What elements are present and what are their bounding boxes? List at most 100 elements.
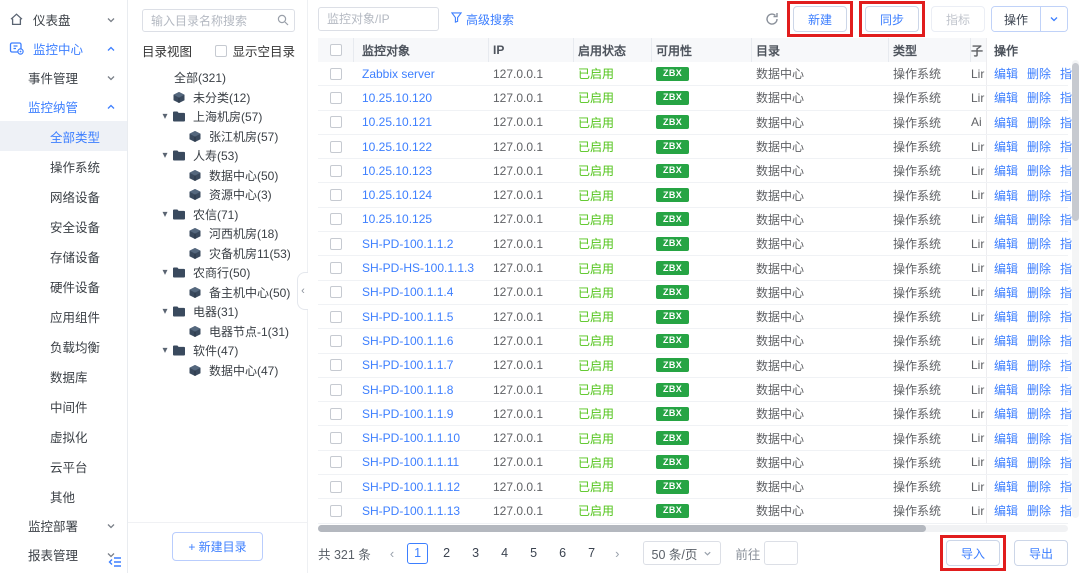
directory-search-input[interactable] <box>142 9 295 32</box>
monitor-object-link[interactable]: 10.25.10.121 <box>362 115 432 129</box>
edit-link[interactable]: 编辑 <box>994 187 1018 204</box>
tree-node[interactable]: ▾ 软件(47) <box>128 341 307 361</box>
sidebar-item[interactable]: 监控中心 <box>0 34 127 63</box>
edit-link[interactable]: 编辑 <box>994 284 1018 301</box>
row-checkbox[interactable] <box>330 359 342 372</box>
tree-node[interactable]: 备主机中心(50) <box>128 283 307 303</box>
page-button[interactable]: 1 <box>407 542 429 564</box>
import-button[interactable]: 导入 <box>945 540 1000 567</box>
row-checkbox[interactable] <box>330 164 342 177</box>
delete-link[interactable]: 删除 <box>1027 162 1051 179</box>
row-checkbox[interactable] <box>330 189 342 202</box>
sidebar-item[interactable]: 存储设备 <box>0 241 127 271</box>
sidebar-item[interactable]: 其他 <box>0 481 127 511</box>
new-button[interactable]: 新建 <box>792 6 847 32</box>
tree-node[interactable]: 张江机房(57) <box>128 127 307 147</box>
monitor-object-link[interactable]: SH-PD-100.1.1.9 <box>362 407 453 421</box>
delete-link[interactable]: 删除 <box>1027 381 1051 398</box>
sync-button[interactable]: 同步 <box>864 6 919 32</box>
tree-node[interactable]: 未分类(12) <box>128 88 307 108</box>
edit-link[interactable]: 编辑 <box>994 502 1018 519</box>
sidebar-item[interactable]: 云平台 <box>0 451 127 481</box>
sidebar-item[interactable]: 数据库 <box>0 361 127 391</box>
tree-node[interactable]: 灾备机房11(53) <box>128 244 307 264</box>
row-checkbox[interactable] <box>330 67 342 80</box>
edit-link[interactable]: 编辑 <box>994 430 1018 447</box>
caret-down-icon[interactable]: ▾ <box>158 306 172 317</box>
row-checkbox[interactable] <box>330 213 342 226</box>
edit-link[interactable]: 编辑 <box>994 260 1018 277</box>
edit-link[interactable]: 编辑 <box>994 357 1018 374</box>
delete-link[interactable]: 删除 <box>1027 114 1051 131</box>
delete-link[interactable]: 删除 <box>1027 260 1051 277</box>
monitor-object-link[interactable]: SH-PD-100.1.1.2 <box>362 237 453 251</box>
tree-node[interactable]: ▾ 人寿(53) <box>128 146 307 166</box>
sidebar-item[interactable]: 中间件 <box>0 391 127 421</box>
monitor-object-link[interactable]: 10.25.10.120 <box>362 91 432 105</box>
prev-page-icon[interactable]: ‹ <box>385 546 399 561</box>
row-checkbox[interactable] <box>330 432 342 445</box>
edit-link[interactable]: 编辑 <box>994 454 1018 471</box>
edit-link[interactable]: 编辑 <box>994 114 1018 131</box>
row-checkbox[interactable] <box>330 310 342 323</box>
row-checkbox[interactable] <box>330 116 342 129</box>
tree-node[interactable]: 资源中心(3) <box>128 185 307 205</box>
monitor-object-link[interactable]: 10.25.10.124 <box>362 188 432 202</box>
chevron-down-icon[interactable] <box>1040 7 1067 31</box>
delete-link[interactable]: 删除 <box>1027 235 1051 252</box>
monitor-search-input[interactable] <box>318 7 439 31</box>
page-size-select[interactable]: 50 条/页 <box>642 541 722 566</box>
metric-button[interactable]: 指标 <box>930 6 985 32</box>
tree-node[interactable]: 全部(321) <box>128 68 307 88</box>
tree-node[interactable]: 数据中心(50) <box>128 166 307 186</box>
tree-node[interactable]: ▾ 农商行(50) <box>128 263 307 283</box>
delete-link[interactable]: 删除 <box>1027 405 1051 422</box>
delete-link[interactable]: 删除 <box>1027 454 1051 471</box>
page-button[interactable]: 6 <box>552 543 573 564</box>
vertical-scrollbar-thumb[interactable] <box>1072 63 1079 221</box>
delete-link[interactable]: 删除 <box>1027 211 1051 228</box>
monitor-object-link[interactable]: 10.25.10.125 <box>362 212 432 226</box>
delete-link[interactable]: 删除 <box>1027 187 1051 204</box>
collapse-tree-handle[interactable]: ‹ <box>297 272 308 310</box>
collapse-menu-icon[interactable] <box>108 555 122 569</box>
sidebar-item[interactable]: 安全设备 <box>0 211 127 241</box>
row-checkbox[interactable] <box>330 262 342 275</box>
tree-node[interactable]: ▾ 电器(31) <box>128 302 307 322</box>
row-checkbox[interactable] <box>330 140 342 153</box>
select-all-checkbox[interactable] <box>329 44 342 56</box>
page-button[interactable]: 4 <box>494 543 515 564</box>
page-button[interactable]: 7 <box>581 543 602 564</box>
monitor-object-link[interactable]: SH-PD-100.1.1.7 <box>362 358 453 372</box>
horizontal-scrollbar-thumb[interactable] <box>318 524 926 532</box>
edit-link[interactable]: 编辑 <box>994 381 1018 398</box>
edit-link[interactable]: 编辑 <box>994 235 1018 252</box>
delete-link[interactable]: 删除 <box>1027 284 1051 301</box>
sidebar-item[interactable]: 虚拟化 <box>0 421 127 451</box>
tree-node[interactable]: 数据中心(47) <box>128 361 307 381</box>
row-checkbox[interactable] <box>330 334 342 347</box>
action-button[interactable]: 操作 <box>991 7 1040 31</box>
caret-down-icon[interactable]: ▾ <box>158 111 172 122</box>
sidebar-item[interactable]: 操作系统 <box>0 151 127 181</box>
edit-link[interactable]: 编辑 <box>994 138 1018 155</box>
delete-link[interactable]: 删除 <box>1027 308 1051 325</box>
monitor-object-link[interactable]: SH-PD-100.1.1.13 <box>362 504 460 518</box>
row-checkbox[interactable] <box>330 286 342 299</box>
caret-down-icon[interactable]: ▾ <box>158 345 172 356</box>
monitor-object-link[interactable]: 10.25.10.123 <box>362 164 432 178</box>
sidebar-item[interactable]: 硬件设备 <box>0 271 127 301</box>
monitor-object-link[interactable]: SH-PD-100.1.1.6 <box>362 334 453 348</box>
monitor-object-link[interactable]: SH-PD-100.1.1.11 <box>362 455 459 469</box>
delete-link[interactable]: 删除 <box>1027 357 1051 374</box>
refresh-icon[interactable] <box>765 12 779 26</box>
sidebar-item[interactable]: 全部类型 <box>0 121 127 151</box>
delete-link[interactable]: 删除 <box>1027 89 1051 106</box>
monitor-object-link[interactable]: Zabbix server <box>362 67 435 81</box>
tree-node[interactable]: ▾ 上海机房(57) <box>128 107 307 127</box>
delete-link[interactable]: 删除 <box>1027 430 1051 447</box>
row-checkbox[interactable] <box>330 407 342 420</box>
tree-node[interactable]: 河西机房(18) <box>128 224 307 244</box>
sidebar-item[interactable]: 监控部署 <box>0 511 127 540</box>
delete-link[interactable]: 删除 <box>1027 332 1051 349</box>
